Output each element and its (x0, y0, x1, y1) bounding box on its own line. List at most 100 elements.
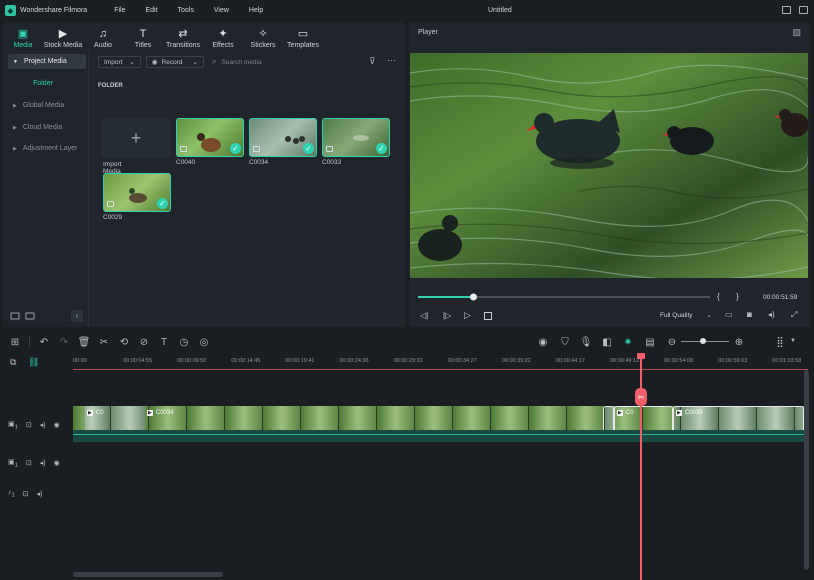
chevron-right-icon: ▶ (13, 145, 17, 152)
microphone-icon[interactable]: 🎙 (576, 337, 596, 348)
auto-sync-icon[interactable]: ✷ (618, 337, 638, 348)
play-icon[interactable]: ▷ (464, 310, 471, 321)
menu-help[interactable]: Help (249, 7, 263, 14)
lock-icon[interactable]: ⊡ (23, 490, 29, 498)
mask-icon[interactable]: ◧ (597, 337, 617, 348)
tool-stickers[interactable]: ✧ Stickers (243, 22, 283, 52)
eye-icon[interactable]: ◉ (54, 459, 60, 467)
sidebar-item-global-media[interactable]: ▶ Global Media (8, 98, 86, 113)
snapshot-icon[interactable]: ▨ (792, 27, 801, 38)
search-field[interactable]: ⌕ Search media (212, 57, 262, 67)
render-icon[interactable]: ◉ (533, 337, 553, 348)
sidebar-item-cloud-media[interactable]: ▶ Cloud Media (8, 120, 86, 135)
cut-icon[interactable]: ✂ (94, 337, 114, 348)
split-scissors-icon[interactable]: ✂ (635, 388, 647, 406)
tag-icon[interactable]: ⊘ (134, 337, 154, 348)
media-sidebar: ▼ Project Media Folder ▶ Global Media ▶ Clo… (3, 52, 89, 327)
zoom-out-icon[interactable]: ⊖ (662, 337, 682, 348)
media-thumbnail-c0033[interactable]: ✓ (322, 118, 390, 157)
media-thumbnail-c0029[interactable]: ✓ (103, 173, 171, 212)
menu-edit[interactable]: Edit (145, 7, 157, 14)
ruler-tick-label: 00:00:39:22 (501, 358, 531, 364)
menu-view[interactable]: View (214, 7, 229, 14)
lock-icon[interactable]: ⊡ (26, 459, 32, 467)
fullscreen-icon[interactable]: ⤢ (791, 310, 797, 320)
stop-icon[interactable] (484, 312, 492, 320)
speed-icon[interactable]: ◷ (174, 337, 194, 348)
delete-icon[interactable]: 🗑 (74, 337, 94, 348)
chevron-down-icon[interactable]: ▼ (790, 338, 796, 344)
media-thumbnail-c0040[interactable]: ✓ (176, 118, 244, 157)
text-icon[interactable]: T (154, 337, 174, 348)
search-input[interactable]: Search media (221, 59, 261, 66)
new-folder-icon[interactable] (10, 311, 40, 321)
scrubber-track (418, 293, 710, 301)
menu-tools[interactable]: Tools (178, 7, 194, 14)
link-icon[interactable]: ⛓ (28, 357, 39, 368)
playback-scrubber[interactable] (418, 293, 710, 302)
volume-icon[interactable]: ◂) (37, 490, 43, 498)
record-dropdown[interactable]: ◉ Record ⌄ (145, 56, 204, 68)
crop-icon[interactable]: ⟲ (114, 337, 134, 348)
tool-transitions[interactable]: ⇄ Transitions (163, 22, 203, 52)
collapse-sidebar-button[interactable]: ‹ (71, 310, 83, 322)
horizontal-scrollbar[interactable] (73, 572, 223, 577)
sidebar-item-adjustment-layer[interactable]: ▶ Adjustment Layer (8, 141, 86, 156)
tool-media[interactable]: ▣ Media (3, 22, 43, 52)
playhead-handle[interactable] (637, 353, 645, 359)
grid-icon[interactable]: ⣿ (770, 337, 790, 348)
media-toolbar: Import ⌄ ◉ Record ⌄ ⌕ Search media ⊽ ⋯ (93, 52, 405, 72)
step-forward-icon[interactable]: |▷ (443, 311, 451, 320)
tool-templates[interactable]: ▭ Templates (283, 22, 323, 52)
filter-icon[interactable]: ⊽ (369, 56, 376, 67)
scrubber-handle[interactable] (469, 293, 477, 301)
subtitle-icon[interactable]: ▤ (640, 337, 660, 348)
menu-file[interactable]: File (114, 7, 125, 14)
redo-icon[interactable]: ↷ (54, 337, 74, 348)
shield-icon[interactable]: ⛉ (555, 337, 575, 348)
camera-icon[interactable]: ◙ (747, 310, 752, 319)
restore-icon[interactable] (782, 6, 791, 14)
save-icon[interactable] (799, 6, 808, 14)
lock-icon[interactable]: ⊡ (26, 421, 32, 429)
volume-icon[interactable]: ◂) (40, 421, 46, 429)
sidebar-item-project-media[interactable]: ▼ Project Media (8, 54, 86, 69)
import-media-button[interactable]: + (101, 118, 171, 158)
timeline-toolbar: ⊞ ↶ ↷ 🗑 ✂ ⟲ ⊘ T ◷ ◎ ◉ ⛉ 🎙 ◧ ✷ ▤ ⊖ ⊕ ⣿ ▼ (0, 331, 814, 353)
quality-dropdown[interactable]: Full Quality ⌄ (660, 311, 712, 320)
zoom-handle[interactable] (700, 338, 706, 344)
previous-frame-icon[interactable]: ◁| (420, 311, 428, 320)
stickers-icon: ✧ (258, 28, 268, 40)
window-title: Untitled (488, 7, 512, 14)
volume-icon[interactable]: ◂) (768, 310, 775, 319)
pond-video-frame (410, 53, 808, 278)
clip-label: C0034 (249, 159, 269, 166)
volume-icon[interactable]: ◂) (40, 459, 46, 467)
import-dropdown[interactable]: Import ⌄ (98, 56, 141, 68)
sidebar-folder[interactable]: Folder (3, 80, 83, 87)
tool-effects[interactable]: ✦ Effects (203, 22, 243, 52)
check-icon: ✓ (157, 198, 168, 209)
filmora-logo-icon: ◆ (5, 5, 16, 16)
more-icon[interactable]: ⋯ (387, 55, 396, 66)
tool-stock-media[interactable]: ▶ Stock Media (43, 22, 83, 52)
zoom-slider[interactable] (681, 338, 729, 344)
timeline-clip[interactable]: ▶ C0 (87, 410, 104, 416)
undo-icon[interactable]: ↶ (34, 337, 54, 348)
tool-audio[interactable]: ♫ Audio (83, 22, 123, 52)
mark-in-button[interactable]: { (717, 292, 720, 301)
mark-out-button[interactable]: } (736, 292, 739, 301)
ruler-tick-label: 00:00:44:17 (555, 358, 585, 364)
add-track-icon[interactable]: ⧉ (10, 357, 16, 368)
layout-icon[interactable]: ⊞ (5, 337, 25, 348)
color-icon[interactable]: ◎ (194, 337, 214, 348)
vertical-scrollbar[interactable] (804, 370, 809, 570)
display-icon[interactable]: ▭ (725, 310, 733, 319)
timeline-clip[interactable]: ▶ C0034 (147, 410, 174, 416)
media-thumbnail-c0034[interactable]: ✓ (249, 118, 317, 157)
zoom-in-icon[interactable]: ⊕ (729, 337, 749, 348)
timeline-ruler[interactable]: 00:00 00:00:04:55 00:00:09:50 00:00:14:45 00… (73, 355, 814, 369)
tool-titles[interactable]: T Titles (123, 22, 163, 52)
video-track-icon: ▣1 (8, 421, 18, 431)
eye-icon[interactable]: ◉ (54, 421, 60, 429)
